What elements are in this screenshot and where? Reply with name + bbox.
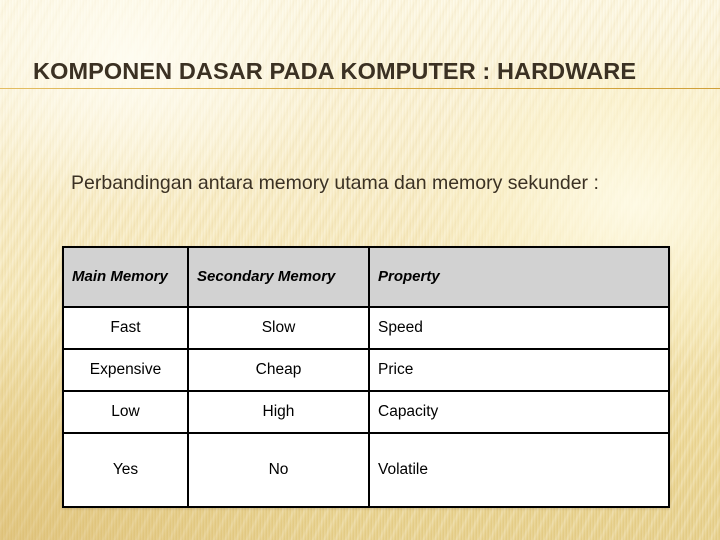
column-header-secondary-memory: Secondary Memory bbox=[187, 246, 370, 308]
cell-property: Speed bbox=[368, 306, 670, 350]
table-row: Fast Slow Speed bbox=[62, 306, 670, 350]
cell-main-memory: Fast bbox=[62, 306, 189, 350]
slide-canvas: KOMPONEN DASAR PADA KOMPUTER : HARDWARE … bbox=[0, 0, 720, 540]
table-row: Yes No Volatile bbox=[62, 432, 670, 508]
cell-main-memory: Yes bbox=[62, 432, 189, 508]
table-row: Low High Capacity bbox=[62, 390, 670, 434]
table-row: Expensive Cheap Price bbox=[62, 348, 670, 392]
cell-secondary-memory: Slow bbox=[187, 306, 370, 350]
intro-paragraph: Perbandingan antara memory utama dan mem… bbox=[71, 172, 599, 194]
cell-main-memory: Low bbox=[62, 390, 189, 434]
cell-secondary-memory: Cheap bbox=[187, 348, 370, 392]
cell-main-memory: Expensive bbox=[62, 348, 189, 392]
column-header-main-memory: Main Memory bbox=[62, 246, 189, 308]
cell-property: Price bbox=[368, 348, 670, 392]
cell-secondary-memory: High bbox=[187, 390, 370, 434]
cell-secondary-memory: No bbox=[187, 432, 370, 508]
table-header-row: Main Memory Secondary Memory Property bbox=[62, 246, 670, 308]
title-underline-rule bbox=[0, 88, 720, 89]
cell-property: Capacity bbox=[368, 390, 670, 434]
cell-property: Volatile bbox=[368, 432, 670, 508]
column-header-property: Property bbox=[368, 246, 670, 308]
memory-comparison-table: Main Memory Secondary Memory Property Fa… bbox=[62, 246, 670, 508]
slide-title: KOMPONEN DASAR PADA KOMPUTER : HARDWARE bbox=[33, 58, 637, 84]
